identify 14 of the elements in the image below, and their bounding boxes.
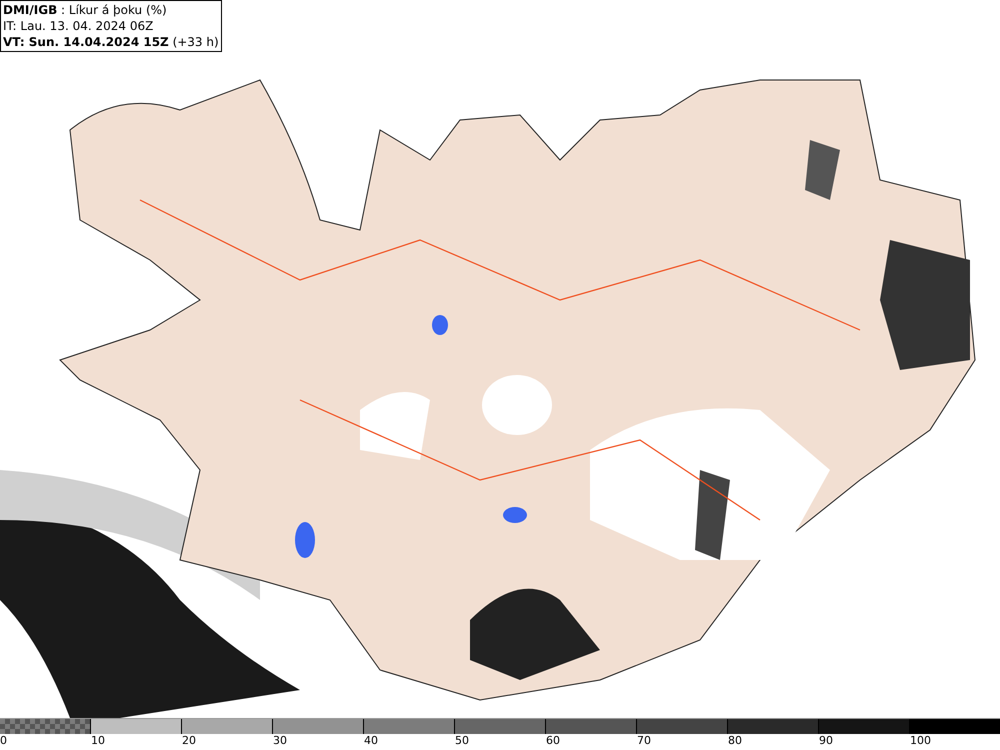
legend-label: 70 bbox=[637, 734, 651, 748]
legend-label: 50 bbox=[455, 734, 469, 748]
legend-label: 20 bbox=[182, 734, 196, 748]
legend-label: 100 bbox=[910, 734, 931, 748]
legend-label: 60 bbox=[546, 734, 560, 748]
legend-label: 40 bbox=[364, 734, 378, 748]
valid-time: VT: Sun. 14.04.2024 15Z (+33 h) bbox=[3, 34, 219, 50]
legend-label: 0 bbox=[0, 734, 7, 748]
legend-label: 10 bbox=[91, 734, 105, 748]
legend-label: 90 bbox=[819, 734, 833, 748]
legend-label: 30 bbox=[273, 734, 287, 748]
legend-label: 80 bbox=[728, 734, 742, 748]
map-title: DMI/IGB : Líkur á þoku (%) bbox=[3, 2, 168, 18]
issue-time: IT: Lau. 13. 04. 2024 06Z bbox=[3, 18, 154, 34]
